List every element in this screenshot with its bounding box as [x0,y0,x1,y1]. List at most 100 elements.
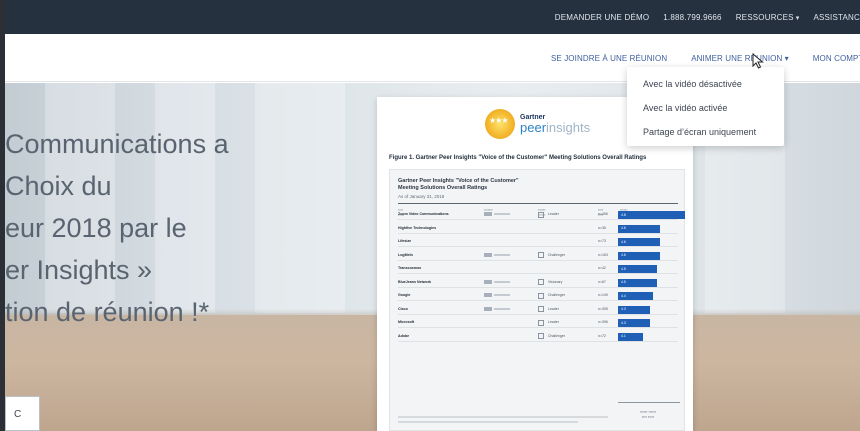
join-meeting-link[interactable]: SE JOINDRE À UNE RÉUNION [551,54,667,63]
review-count: n=149 [598,293,608,297]
quadrant-position-icon [538,333,544,339]
rating-value: 4.4 [621,293,626,298]
corner-badge: C [5,396,40,431]
review-count: n=67 [598,279,606,284]
footnote-line [398,421,578,423]
host-meeting-dropdown: Avec la vidéo désactivée Avec la vidéo a… [627,67,784,146]
resources-label: RESSOURCES [735,12,794,22]
hero-line: eur 2018 par le [5,213,187,243]
vendor-name: Google [398,293,411,297]
quadrant-position-icon [538,252,544,258]
quadrant-position: Visionary [548,279,563,284]
quadrant-position-icon [538,306,544,312]
rating-bar: 4.6 [618,251,660,260]
magic-quadrant-icon [484,293,492,297]
magic-quadrant-note [494,213,510,215]
rating-bar: 4.6 [618,238,660,246]
window-light [255,83,345,313]
magic-quadrant-icon [484,279,492,284]
vendor-name: Adobe [398,333,410,338]
request-demo-link[interactable]: DEMANDER UNE DÉMO [555,13,650,22]
quadrant-position-icon [538,319,544,326]
rating-value: 4.3 [621,307,626,311]
review-count: n=163 [598,252,608,257]
vendor-name: BlueJeans Network [398,279,432,284]
logo-insights: insights [546,119,591,135]
quadrant-position: Challenger [548,252,565,257]
chart-axis [618,402,680,403]
magic-quadrant-icon [484,306,492,311]
panel-title-line-2: Meeting Solutions Overall Ratings [398,185,488,192]
quadrant-position: Leader [548,320,559,324]
vendor-name: Zoom Video Communications [398,212,449,216]
hero-line: er Insights » [5,255,153,285]
rating-value: 4.5 [621,280,626,284]
dropdown-item-video-off[interactable]: Avec la vidéo désactivée [643,79,742,89]
divider [398,203,678,204]
magic-quadrant-icon [484,252,492,257]
ratings-panel: Gartner Peer Insights "Voice of the Cust… [389,169,685,431]
rating-value: 4.1 [621,334,626,338]
badge-letter: C [14,409,22,420]
vendor-name: Cisco [398,306,408,311]
rating-bar: 4.3 [618,319,650,327]
rating-value: 4.5 [621,266,626,271]
magic-quadrant-note [494,307,510,310]
rating-bar: 4.4 [618,292,653,300]
figure-title: Figure 1. Gartner Peer Insights "Voice o… [389,155,647,161]
review-count: n=35 [598,225,606,230]
chevron-down-icon: ▾ [795,14,800,22]
vendor-row: Transcosmos n=42 4.5 [398,264,678,274]
chevron-down-icon: ▾ [784,53,789,63]
vendor-name: LogMeIn [398,252,413,257]
axis-note: ▪▪▪▪▪▪ ▪▪▪▪▪▪ ▪▪▪▪ ▪▪▪▪▪ [640,410,656,419]
magic-quadrant-note [494,253,510,256]
rating-bar: 4.1 [618,332,643,341]
vendor-row: Highfive Technologies n=35 4.6 [398,224,678,234]
rating-value: 4.6 [621,226,626,230]
review-count: n=496 [598,212,608,216]
rating-bar: 4.8 [618,211,685,219]
magic-quadrant-note [494,294,510,296]
panel-date: As of January 31, 2018 [398,194,445,199]
quadrant-position-icon [538,292,544,299]
vendor-row: Adobe Challenger n=72 4.1 [398,332,678,342]
utility-links: DEMANDER UNE DÉMO 1.888.799.9666 RESSOUR… [555,0,860,34]
magic-quadrant-icon [484,212,492,216]
host-meeting-menu[interactable]: ANIMER UNE RÉUNION ▾ [691,54,789,63]
my-account-link[interactable]: MON COMPTE [813,54,860,63]
rating-bar: 4.5 [618,278,657,287]
quadrant-position: Leader [548,212,559,216]
vendor-row: Cisco Leader n=305 4.3 [398,305,678,315]
rating-bar: 4.3 [618,305,650,314]
logo-peer: peer [520,119,547,135]
rating-bar: 4.6 [618,224,660,233]
panel-title: Gartner Peer Insights "Voice of the Cust… [398,178,519,193]
vendor-name: Lifesize [398,239,412,243]
hero-line: Communications a [5,129,229,159]
left-gutter [0,0,5,431]
resources-menu[interactable]: RESSOURCES ▾ [736,13,800,22]
hero-line: Choix du [5,171,112,201]
vendor-name: Microsoft [398,320,415,324]
vendor-row: LogMeIn Challenger n=163 4.6 [398,251,678,261]
quadrant-position-icon [538,279,544,285]
assistance-link[interactable]: ASSISTANC [813,13,860,22]
review-count: n=72 [598,333,606,338]
vendor-name: Highfive Technologies [398,225,437,230]
review-count: n=42 [598,266,606,270]
rating-value: 4.6 [621,239,626,244]
dropdown-item-screen-share[interactable]: Partage d’écran uniquement [643,127,756,137]
review-count: n=396 [598,320,608,324]
vendor-row: Google Challenger n=149 4.4 [398,291,678,301]
logo-peer-insights-text: peerinsights [520,121,590,135]
phone-number-link[interactable]: 1.888.799.9666 [663,13,721,22]
rating-bar: 4.5 [618,265,657,273]
review-count: n=73 [598,239,606,243]
vendor-row: Zoom Video Communications Leader n=496 4.8 [398,210,685,220]
quadrant-position: Challenger [548,293,565,297]
dropdown-item-video-on[interactable]: Avec la vidéo activée [643,103,727,113]
gartner-peer-insights-logo: ★★★ Gartner peerinsights [485,109,590,139]
panel-title-line-1: Gartner Peer Insights "Voice of the Cust… [398,178,519,184]
footnote-line [398,416,608,418]
